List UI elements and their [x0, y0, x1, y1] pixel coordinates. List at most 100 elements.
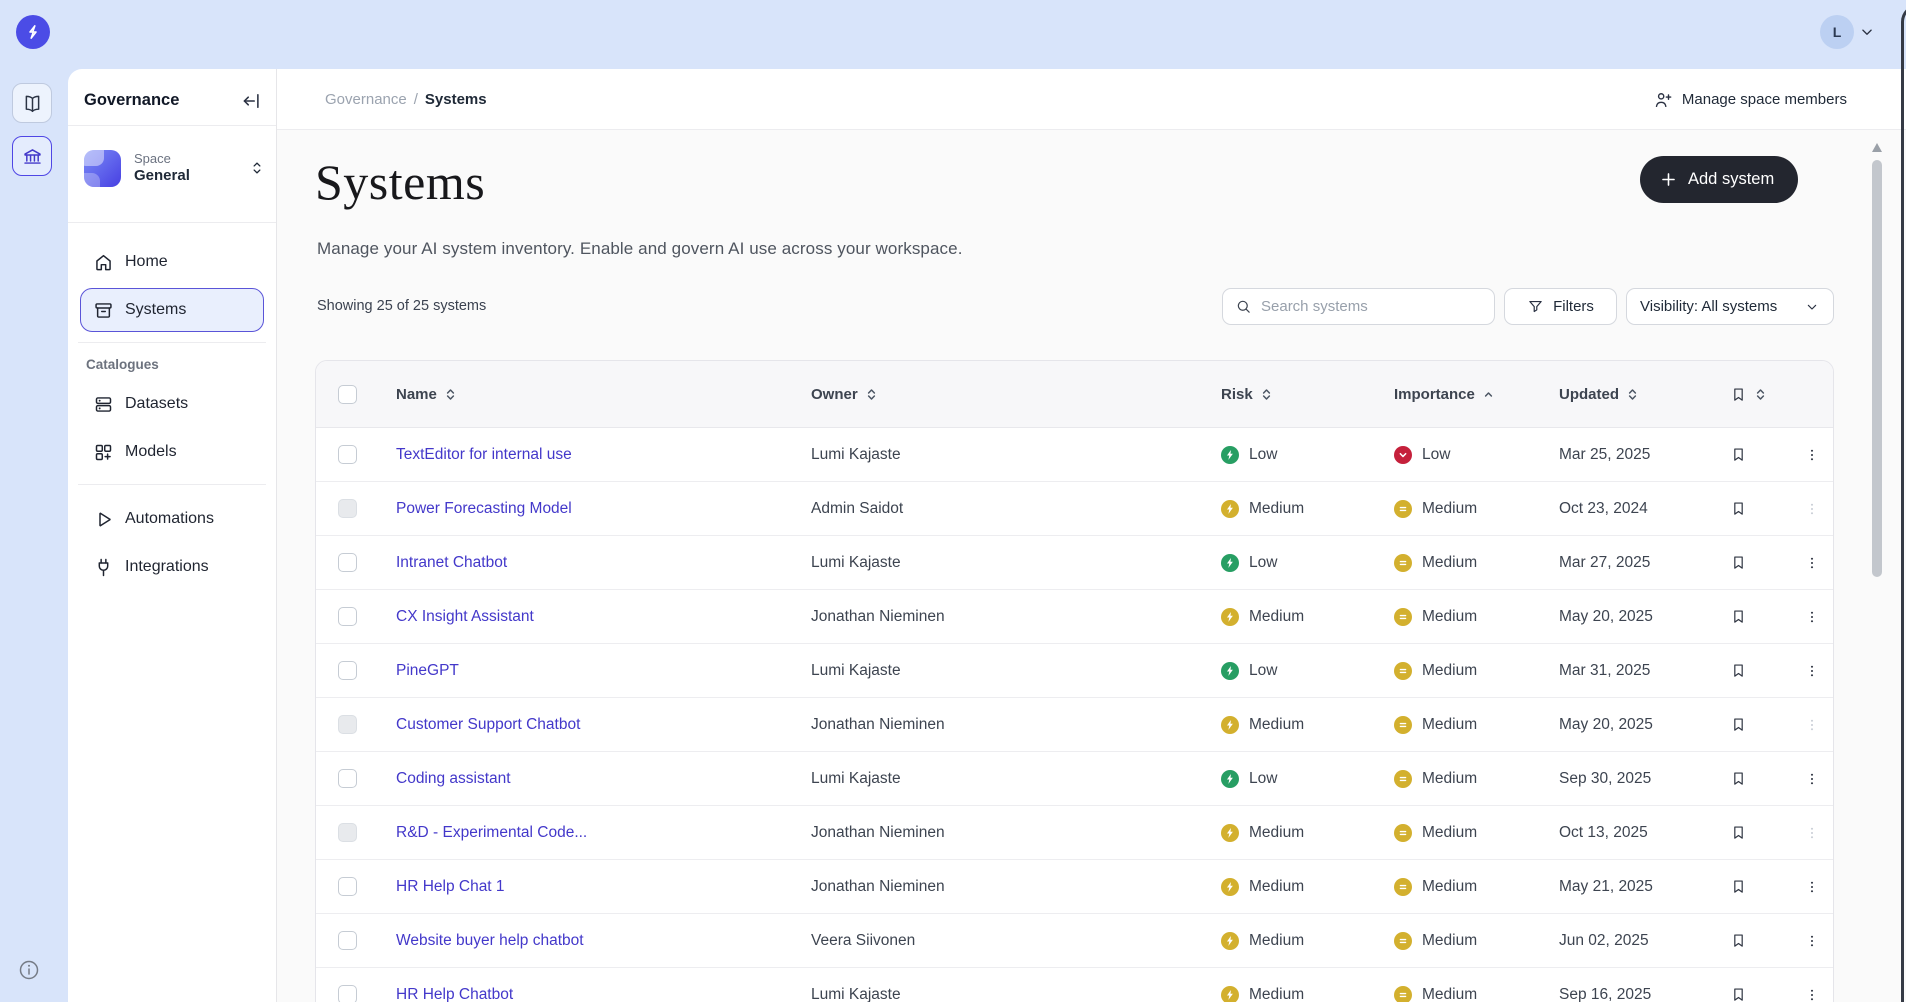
risk-badge: Low [1221, 769, 1277, 788]
column-header-updated[interactable]: Updated [1559, 361, 1639, 427]
kebab-menu-icon[interactable] [1804, 660, 1820, 682]
system-name-link[interactable]: Power Forecasting Model [396, 500, 572, 518]
kebab-menu-icon[interactable] [1804, 444, 1820, 466]
column-header-risk[interactable]: Risk [1221, 361, 1273, 427]
row-checkbox[interactable] [338, 607, 357, 626]
column-header-name[interactable]: Name [396, 361, 457, 427]
search-input[interactable] [1261, 298, 1461, 315]
importance-equals-badge-icon [1394, 499, 1412, 518]
row-checkbox [338, 823, 357, 842]
risk-label: Low [1249, 661, 1278, 679]
filters-button[interactable]: Filters [1504, 288, 1617, 325]
row-checkbox[interactable] [338, 985, 357, 1002]
importance-badge: Medium [1394, 823, 1477, 842]
updated-date: Sep 16, 2025 [1559, 985, 1652, 1002]
space-name: General [134, 166, 190, 184]
risk-label: Medium [1249, 499, 1305, 517]
system-name-link[interactable]: HR Help Chatbot [396, 986, 513, 1002]
owner-name: Lumi Kajaste [811, 553, 901, 571]
bookmark-icon[interactable] [1730, 877, 1747, 896]
updated-date: May 20, 2025 [1559, 715, 1653, 733]
main-content: Governance / Systems Manage space member… [277, 69, 1906, 1002]
table-row: PineGPT Lumi Kajaste Low Medium Mar 31, 2025 [316, 644, 1833, 698]
bookmark-icon[interactable] [1730, 769, 1747, 788]
breadcrumb: Governance / Systems [325, 69, 487, 130]
risk-bolt-badge-icon [1221, 715, 1239, 734]
kebab-menu-icon[interactable] [1804, 768, 1820, 790]
kebab-menu-icon[interactable] [1804, 930, 1820, 952]
sidebar-item-models[interactable]: Models [80, 430, 264, 474]
risk-label: Medium [1249, 607, 1305, 625]
kebab-menu-icon[interactable] [1804, 984, 1820, 1002]
bookmark-icon[interactable] [1730, 823, 1747, 842]
scrollbar-up-arrow[interactable] [1872, 143, 1882, 152]
scrollbar-thumb[interactable] [1872, 160, 1882, 577]
risk-badge: Low [1221, 553, 1277, 572]
column-header-importance[interactable]: Importance [1394, 361, 1495, 427]
home-icon [93, 252, 114, 273]
system-name-link[interactable]: Customer Support Chatbot [396, 716, 580, 734]
add-system-button[interactable]: Add system [1640, 156, 1799, 203]
row-checkbox[interactable] [338, 661, 357, 680]
bookmark-icon[interactable] [1730, 931, 1747, 950]
row-checkbox[interactable] [338, 769, 357, 788]
rail-button-library[interactable] [12, 83, 52, 123]
sort-both-icon [1754, 388, 1767, 401]
system-name-link[interactable]: Coding assistant [396, 770, 511, 788]
sidebar-item-automations[interactable]: Automations [80, 497, 264, 541]
divider [78, 484, 266, 485]
kebab-menu-icon[interactable] [1804, 498, 1820, 520]
sidebar-item-home[interactable]: Home [80, 240, 264, 284]
sidebar-item-datasets[interactable]: Datasets [80, 382, 264, 426]
visibility-dropdown[interactable]: Visibility: All systems [1626, 288, 1834, 325]
system-name-link[interactable]: Website buyer help chatbot [396, 932, 584, 950]
system-name-link[interactable]: Intranet Chatbot [396, 554, 507, 572]
risk-badge: Medium [1221, 931, 1304, 950]
main-header: Governance / Systems Manage space member… [277, 69, 1906, 130]
user-avatar[interactable]: L [1820, 15, 1854, 49]
row-checkbox[interactable] [338, 553, 357, 572]
importance-label: Medium [1422, 499, 1478, 517]
sidebar-item-integrations[interactable]: Integrations [80, 545, 264, 589]
sidebar-item-systems[interactable]: Systems [80, 288, 264, 332]
system-name-link[interactable]: R&D - Experimental Code... [396, 824, 587, 842]
bookmark-icon[interactable] [1730, 661, 1747, 680]
row-checkbox[interactable] [338, 877, 357, 896]
risk-label: Medium [1249, 985, 1305, 1002]
rail-button-governance[interactable] [12, 136, 52, 176]
bookmark-icon[interactable] [1730, 715, 1747, 734]
system-name-link[interactable]: TextEditor for internal use [396, 446, 572, 464]
sort-both-icon [444, 388, 457, 401]
table-header: Name Owner Risk Importance Updated [316, 361, 1833, 428]
sidebar-collapse-icon[interactable] [240, 90, 262, 112]
row-checkbox[interactable] [338, 445, 357, 464]
bookmark-icon[interactable] [1730, 445, 1747, 464]
bookmark-icon[interactable] [1730, 499, 1747, 518]
system-name-link[interactable]: CX Insight Assistant [396, 608, 534, 626]
kebab-menu-icon[interactable] [1804, 876, 1820, 898]
play-icon [93, 509, 114, 530]
account-menu-chevron-down-icon[interactable] [1858, 23, 1876, 41]
bookmark-icon[interactable] [1730, 607, 1747, 626]
kebab-menu-icon[interactable] [1804, 714, 1820, 736]
column-header-owner[interactable]: Owner [811, 361, 878, 427]
kebab-menu-icon[interactable] [1804, 606, 1820, 628]
space-selector[interactable]: Space General [84, 145, 266, 191]
systems-table: Name Owner Risk Importance Updated TextEdito… [315, 360, 1834, 1002]
system-name-link[interactable]: HR Help Chat 1 [396, 878, 505, 896]
sidebar-title: Governance [84, 91, 180, 109]
manage-space-members-button[interactable]: Manage space members [1653, 69, 1847, 130]
system-name-link[interactable]: PineGPT [396, 662, 459, 680]
breadcrumb-parent[interactable]: Governance [325, 91, 407, 108]
bookmark-icon[interactable] [1730, 985, 1747, 1002]
column-header-bookmark[interactable] [1730, 361, 1767, 427]
kebab-menu-icon[interactable] [1804, 552, 1820, 574]
filter-icon [1527, 298, 1544, 315]
risk-bolt-badge-icon [1221, 823, 1239, 842]
kebab-menu-icon[interactable] [1804, 822, 1820, 844]
info-icon[interactable] [17, 958, 41, 982]
select-all-checkbox[interactable] [338, 384, 357, 404]
row-checkbox[interactable] [338, 931, 357, 950]
column-label: Updated [1559, 385, 1619, 403]
bookmark-icon[interactable] [1730, 553, 1747, 572]
